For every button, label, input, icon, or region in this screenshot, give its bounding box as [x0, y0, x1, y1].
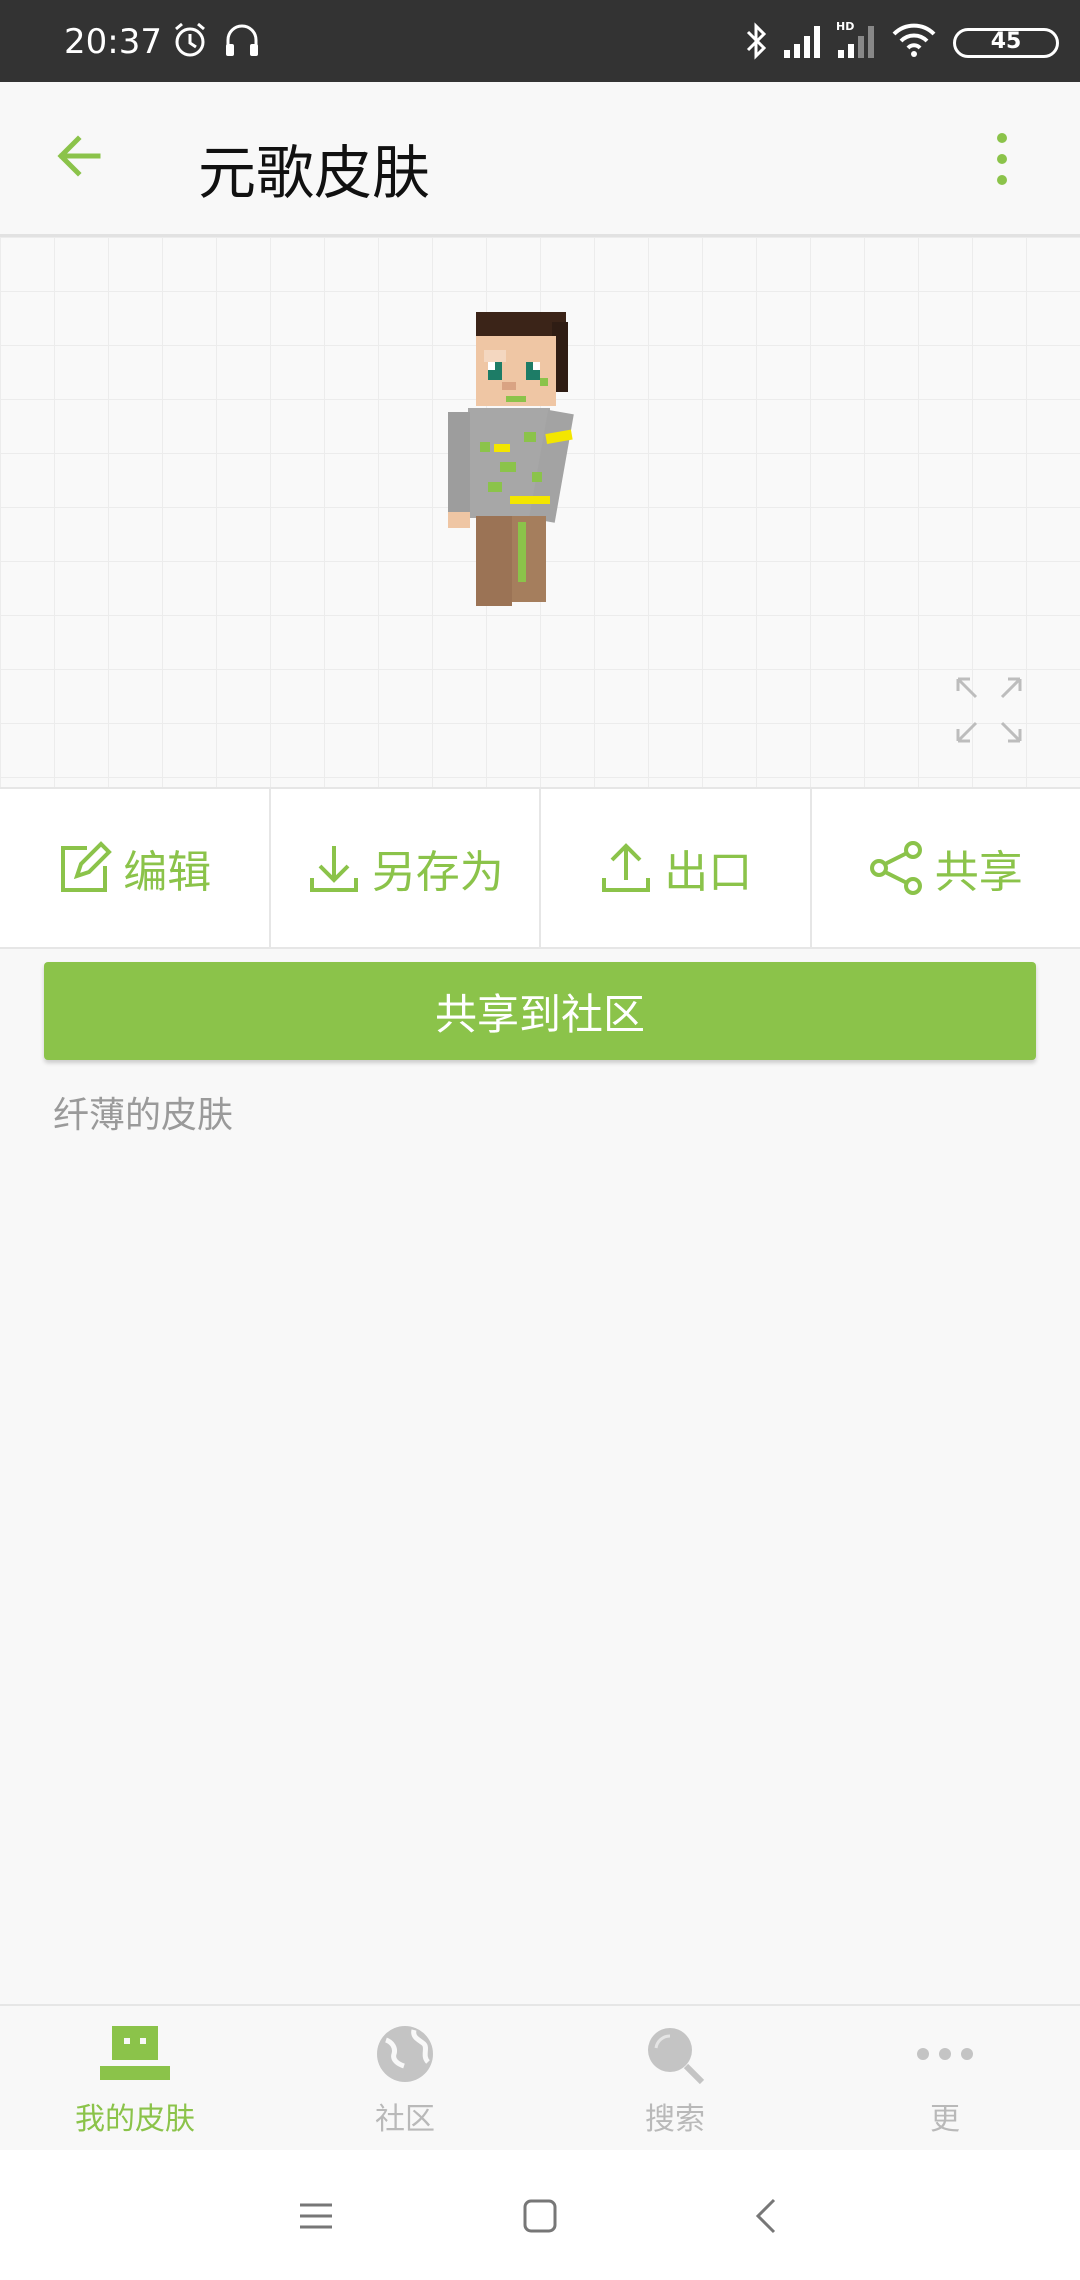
share-to-community-button[interactable]: 共享到社区: [44, 962, 1036, 1060]
page-title: 元歌皮肤: [198, 139, 431, 207]
share-label: 共享: [934, 847, 1023, 898]
nav-item-more[interactable]: 更: [810, 2006, 1080, 2152]
arrow-left-icon[interactable]: [50, 126, 110, 186]
status-time: 20:37: [64, 22, 162, 62]
more-vert-icon[interactable]: [980, 124, 1024, 194]
share-to-community-label: 共享到社区: [434, 989, 645, 1039]
nav-item-my-skins[interactable]: 我的皮肤: [0, 2006, 270, 2152]
export-label: 出口: [664, 847, 753, 898]
download-icon: [309, 846, 358, 892]
nav-label-my-skins: 我的皮肤: [75, 2102, 195, 2137]
export-button[interactable]: 出口: [539, 789, 810, 947]
save-as-label: 另存为: [371, 847, 504, 898]
nav-label-more: 更: [930, 2102, 960, 2137]
signal-icon: [784, 26, 820, 58]
expand-icon[interactable]: [954, 675, 1024, 745]
edit-button[interactable]: 编辑: [0, 789, 269, 947]
alarm-icon: [175, 22, 205, 57]
nav-label-community: 社区: [375, 2102, 435, 2137]
system-navigation-bar: [0, 2150, 1080, 2280]
action-row: 编辑 另存为 出口 共享: [0, 787, 1080, 949]
app-bar: 元歌皮肤: [0, 82, 1080, 237]
search-icon: [648, 2028, 705, 2084]
skin-description: 纤薄的皮肤: [53, 1095, 234, 1136]
battery-level: 45: [990, 29, 1022, 54]
bluetooth-icon: [746, 22, 767, 60]
home-icon[interactable]: [520, 2196, 560, 2236]
wifi-icon: [892, 23, 936, 57]
share-icon: [869, 841, 922, 895]
nav-item-search[interactable]: 搜索: [540, 2006, 810, 2152]
share-button[interactable]: 共享: [809, 789, 1080, 947]
nav-item-community[interactable]: 社区: [270, 2006, 540, 2152]
hd-signal-icon: HD: [836, 20, 874, 58]
menu-icon[interactable]: [296, 2196, 336, 2236]
my-skin-icon: [100, 2026, 170, 2080]
save-as-button[interactable]: 另存为: [268, 789, 540, 947]
headset-icon: [226, 24, 258, 56]
battery-icon: 45: [953, 28, 1059, 58]
svg-text:HD: HD: [836, 20, 854, 33]
skin-preview[interactable]: [0, 237, 1080, 787]
more-horiz-icon: [917, 2048, 973, 2060]
edit-label: 编辑: [123, 847, 212, 898]
back-icon[interactable]: [748, 2196, 788, 2236]
skin-model-image: [448, 312, 574, 606]
nav-label-search: 搜索: [645, 2102, 705, 2137]
status-bar: 20:37 HD 45: [0, 0, 1080, 82]
upload-icon: [602, 843, 651, 892]
bottom-navigation: 我的皮肤 社区 搜索 更: [0, 2004, 1080, 2152]
globe-icon: [377, 2026, 433, 2082]
edit-icon: [61, 841, 113, 892]
